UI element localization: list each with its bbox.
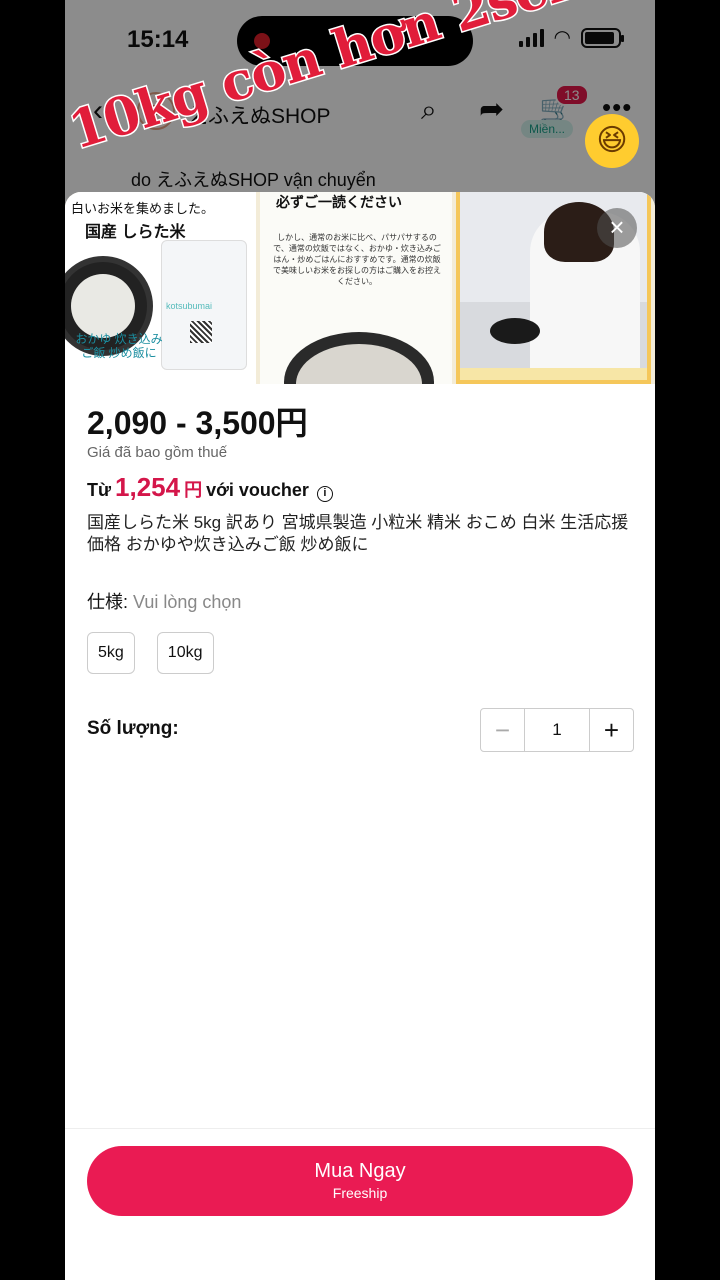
- voucher-price: 1,254: [115, 472, 181, 502]
- spec-placeholder: Vui lòng chọn: [133, 592, 242, 612]
- product-title: 国産しらた米 5kg 訳あり 宮城県製造 小粒米 精米 おこめ 白米 生活応援価…: [87, 513, 629, 554]
- voucher-prefix: Từ: [87, 480, 112, 500]
- bag-label: kotsubumai: [166, 301, 213, 311]
- rice-plate-graphic: [284, 332, 434, 384]
- laughing-emoji-icon: 😆: [585, 114, 639, 168]
- image-caption: 白いお米を集めました。: [71, 201, 215, 216]
- buy-now-sublabel: Freeship: [332, 1185, 388, 1201]
- voucher-currency: 円: [184, 480, 203, 500]
- spec-label-row: 仕様: Vui lòng chọn: [87, 588, 241, 614]
- option-10kg[interactable]: 10kg: [156, 632, 214, 674]
- spec-options: 5kg 10kg: [87, 632, 214, 674]
- voucher-suffix: với voucher: [206, 480, 309, 500]
- quantity-stepper: − 1 +: [480, 708, 634, 752]
- notice-heading: 必ずご一読ください: [276, 194, 402, 210]
- quantity-label: Số lượng:: [87, 718, 179, 739]
- image-subtitle: 国産 しらた米: [85, 224, 186, 241]
- image-strip: [460, 368, 647, 380]
- qr-code-graphic: [190, 321, 212, 343]
- image-gallery[interactable]: 白いお米を集めました。 国産 しらた米 kotsubumai おかゆ 炊き込みご…: [65, 192, 655, 384]
- divider: [65, 1128, 655, 1129]
- buy-now-button[interactable]: Mua Ngay Freeship: [87, 1146, 633, 1216]
- product-sheet: 白いお米を集めました。 国産 しらた米 kotsubumai おかゆ 炊き込みご…: [65, 192, 655, 1280]
- minus-button[interactable]: −: [481, 709, 525, 751]
- quantity-value[interactable]: 1: [525, 709, 589, 751]
- close-icon[interactable]: ×: [597, 208, 637, 248]
- tax-note: Giá đã bao gồm thuế: [87, 444, 228, 461]
- price-range: 2,090 - 3,500円: [87, 405, 308, 441]
- usage-tags: おかゆ 炊き込みご飯 炒め飯に: [75, 332, 163, 360]
- phone-screen: 15:14 ◠ ‹ ⛟ えふえぬSHOP ⌕ ➦ 🛒 13 ••• Miền..…: [65, 0, 655, 1280]
- bowl-graphic: [490, 318, 540, 344]
- info-icon[interactable]: i: [316, 486, 333, 502]
- option-5kg[interactable]: 5kg: [87, 632, 135, 674]
- voucher-price-row: Từ 1,254 円 với voucher i: [87, 472, 333, 503]
- spec-label: 仕様:: [87, 592, 129, 612]
- gallery-image-notice[interactable]: 必ずご一読ください しかし、通常のお米に比べ、パサパサするので、通常の炊飯ではな…: [260, 192, 452, 384]
- plus-button[interactable]: +: [589, 709, 633, 751]
- notice-body: しかし、通常のお米に比べ、パサパサするので、通常の炊飯ではなく、おかゆ・炊き込み…: [273, 233, 441, 286]
- buy-now-label: Mua Ngay: [314, 1160, 406, 1182]
- rice-bag-graphic: kotsubumai: [161, 240, 247, 370]
- gallery-image-rice-bag[interactable]: 白いお米を集めました。 国産 しらた米 kotsubumai おかゆ 炊き込みご…: [65, 192, 256, 384]
